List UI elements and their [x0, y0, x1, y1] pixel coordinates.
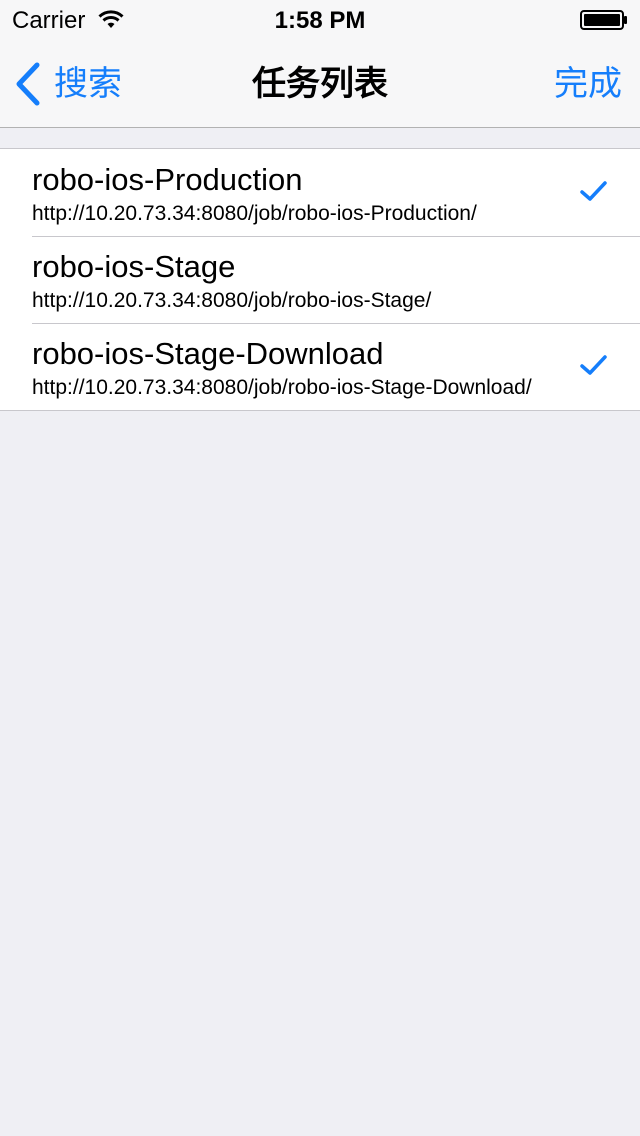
status-bar: Carrier 1:58 PM — [0, 0, 640, 40]
job-url: http://10.20.73.34:8080/job/robo-ios-Pro… — [32, 202, 477, 225]
list-item-robo-ios-stage[interactable]: robo-ios-Stage http://10.20.73.34:8080/j… — [0, 236, 640, 323]
checkmark-icon — [580, 181, 607, 201]
job-name: robo-ios-Production — [32, 162, 303, 197]
list-item-robo-ios-stage-download[interactable]: robo-ios-Stage-Download http://10.20.73.… — [0, 323, 640, 410]
screen: Carrier 1:58 PM 搜索 任务列表 完成 robo-ios-Prod… — [0, 0, 640, 1136]
battery-icon — [580, 10, 627, 30]
job-list: robo-ios-Production http://10.20.73.34:8… — [0, 148, 640, 411]
done-button[interactable]: 完成 — [554, 64, 622, 104]
list-item-robo-ios-production[interactable]: robo-ios-Production http://10.20.73.34:8… — [0, 149, 640, 236]
navigation-bar: 搜索 任务列表 完成 — [0, 40, 640, 128]
job-name: robo-ios-Stage — [32, 249, 236, 284]
job-url: http://10.20.73.34:8080/job/robo-ios-Sta… — [32, 376, 532, 399]
job-name: robo-ios-Stage-Download — [32, 336, 384, 371]
page-title: 任务列表 — [252, 65, 388, 103]
checkmark-icon — [580, 355, 607, 375]
job-url: http://10.20.73.34:8080/job/robo-ios-Sta… — [32, 289, 432, 312]
clock: 1:58 PM — [274, 7, 366, 34]
top-bar: Carrier 1:58 PM 搜索 任务列表 完成 — [0, 0, 640, 128]
